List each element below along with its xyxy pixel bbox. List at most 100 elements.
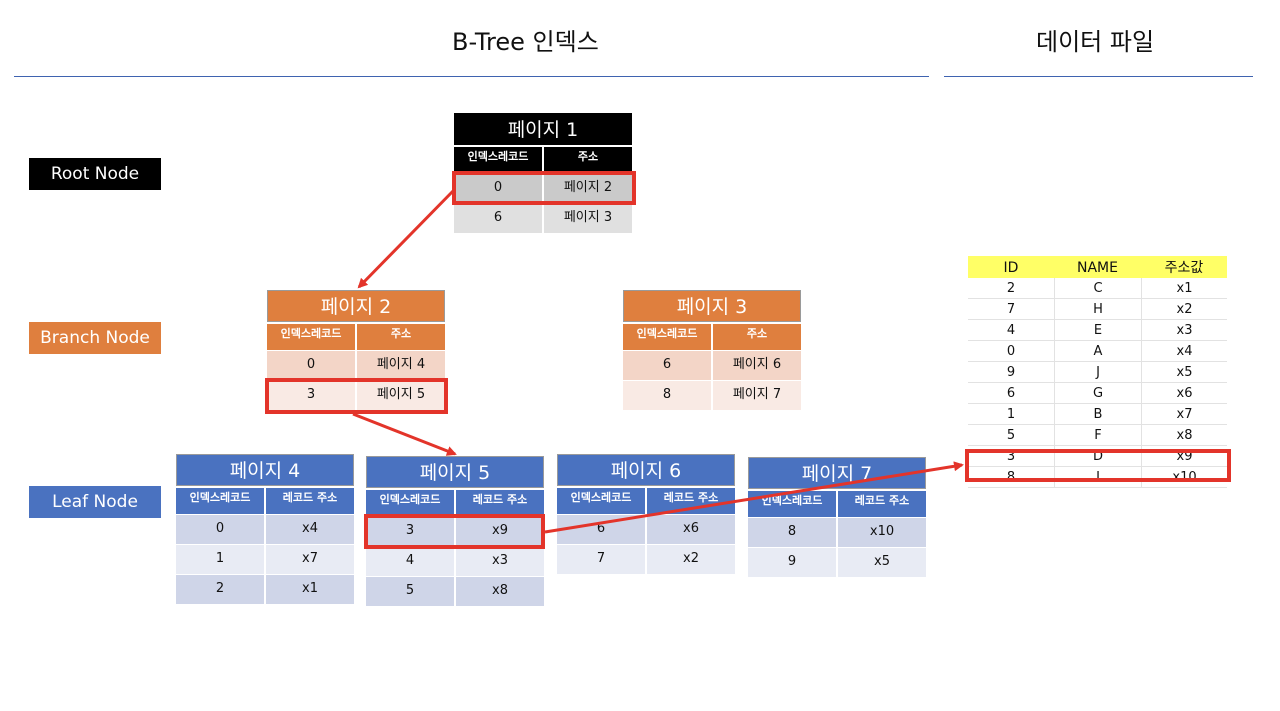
leaf-header: 인덱스레코드 레코드 주소 [176, 488, 354, 514]
table-row: 9 x5 [748, 548, 926, 577]
table-row: 7 x2 [557, 545, 735, 574]
cell-record-pointer: x8 [454, 577, 544, 606]
table-row: 8 x10 [748, 518, 926, 547]
cell-pointer: 페이지 4 [355, 351, 445, 380]
leaf-page-6: 페이지 6 인덱스레코드 레코드 주소 6 x6 7 x2 [557, 454, 735, 574]
header-record-address: 레코드 주소 [264, 488, 354, 514]
cell-id: 1 [1006, 407, 1016, 422]
highlight-root-row [452, 171, 636, 205]
table-row: 9 Jx5 [968, 362, 1227, 383]
highlight-branch-row [265, 378, 448, 414]
cell-record-pointer: x4 [264, 515, 354, 544]
header-address: 주소 [711, 324, 801, 350]
header-index-record: 인덱스레코드 [623, 324, 711, 350]
table-row: 1 x7 [176, 545, 354, 574]
cell-key: 6 [596, 521, 606, 536]
cell-record-pointer: x1 [264, 575, 354, 604]
leaf-page-title: 페이지 5 [366, 456, 544, 488]
cell-key: 7 [596, 551, 606, 566]
cell-key: 0 [215, 521, 225, 536]
header-address-value: 주소값 [1164, 260, 1204, 276]
cell-address: x8 [1141, 425, 1227, 445]
header-address: 주소 [542, 147, 632, 173]
header-index-record: 인덱스레코드 [176, 488, 264, 514]
cell-name: B [1054, 404, 1141, 424]
table-row: 4 Ex3 [968, 320, 1227, 341]
leaf-header: 인덱스레코드 레코드 주소 [748, 491, 926, 517]
header-index-record: 인덱스레코드 [748, 491, 836, 517]
cell-record-pointer: x3 [454, 547, 544, 576]
cell-name: F [1054, 425, 1141, 445]
cell-pointer: 페이지 3 [542, 204, 632, 233]
cell-key: 2 [215, 581, 225, 596]
header-index-record: 인덱스레코드 [557, 488, 645, 514]
data-file-header: ID NAME 주소값 [968, 256, 1227, 278]
leaf-page-7: 페이지 7 인덱스레코드 레코드 주소 8 x10 9 x5 [748, 457, 926, 577]
cell-key: 8 [662, 387, 672, 402]
cell-id: 7 [1006, 302, 1016, 317]
header-record-address: 레코드 주소 [645, 488, 735, 514]
table-row: 5 x8 [366, 577, 544, 606]
btree-divider [14, 76, 929, 77]
cell-name: C [1054, 278, 1141, 298]
header-index-record: 인덱스레코드 [454, 147, 542, 173]
cell-name: G [1054, 383, 1141, 403]
cell-id: 9 [1006, 365, 1016, 380]
branch-header: 인덱스레코드 주소 [623, 324, 801, 350]
cell-pointer: 페이지 7 [711, 381, 801, 410]
header-record-address: 레코드 주소 [454, 490, 544, 516]
cell-address: x1 [1141, 278, 1227, 298]
table-row: 6 x6 [557, 515, 735, 544]
table-row: 0 x4 [176, 515, 354, 544]
branch-node-label: Branch Node [29, 322, 161, 354]
table-row: 0 Ax4 [968, 341, 1227, 362]
cell-id: 4 [1006, 323, 1016, 338]
cell-name: J [1054, 362, 1141, 382]
leaf-page-title: 페이지 4 [176, 454, 354, 486]
cell-key: 5 [405, 583, 415, 598]
table-row: 7 Hx2 [968, 299, 1227, 320]
table-row: 0 페이지 4 [267, 351, 445, 380]
cell-key: 9 [787, 554, 797, 569]
highlight-leaf-row [364, 514, 545, 549]
cell-key: 1 [215, 551, 225, 566]
cell-address: x3 [1141, 320, 1227, 340]
cell-name: A [1054, 341, 1141, 361]
btree-index-heading: B-Tree 인덱스 [452, 28, 599, 56]
arrow-branch-to-leaf [352, 412, 457, 456]
leaf-node-label: Leaf Node [29, 486, 161, 518]
table-row: 4 x3 [366, 547, 544, 576]
datafile-heading: 데이터 파일 [1036, 28, 1155, 56]
table-row: 2 Cx1 [968, 278, 1227, 299]
cell-name: H [1054, 299, 1141, 319]
cell-address: x6 [1141, 383, 1227, 403]
header-record-address: 레코드 주소 [836, 491, 926, 517]
cell-id: 6 [1006, 386, 1016, 401]
table-row: 6 Gx6 [968, 383, 1227, 404]
branch-page-3: 페이지 3 인덱스레코드 주소 6 페이지 6 8 페이지 7 [623, 290, 801, 410]
cell-address: x5 [1141, 362, 1227, 382]
cell-id: 0 [1006, 344, 1016, 359]
leaf-page-title: 페이지 7 [748, 457, 926, 489]
cell-key: 0 [306, 357, 316, 372]
cell-address: x2 [1141, 299, 1227, 319]
root-page-title: 페이지 1 [454, 113, 632, 145]
cell-id: 5 [1006, 428, 1016, 443]
cell-pointer: 페이지 6 [711, 351, 801, 380]
cell-record-pointer: x10 [836, 518, 926, 547]
table-row: 6 페이지 3 [454, 204, 632, 233]
table-row: 2 x1 [176, 575, 354, 604]
cell-address: x4 [1141, 341, 1227, 361]
cell-record-pointer: x2 [645, 545, 735, 574]
leaf-header: 인덱스레코드 레코드 주소 [557, 488, 735, 514]
table-row: 6 페이지 6 [623, 351, 801, 380]
header-index-record: 인덱스레코드 [267, 324, 355, 350]
leaf-page-4: 페이지 4 인덱스레코드 레코드 주소 0 x4 1 x7 2 x1 [176, 454, 354, 604]
cell-key: 6 [662, 357, 672, 372]
cell-key: 4 [405, 553, 415, 568]
root-header: 인덱스레코드 주소 [454, 147, 632, 173]
table-row: 8 페이지 7 [623, 381, 801, 410]
header-address: 주소 [355, 324, 445, 350]
datafile-divider [944, 76, 1253, 77]
leaf-page-title: 페이지 6 [557, 454, 735, 486]
